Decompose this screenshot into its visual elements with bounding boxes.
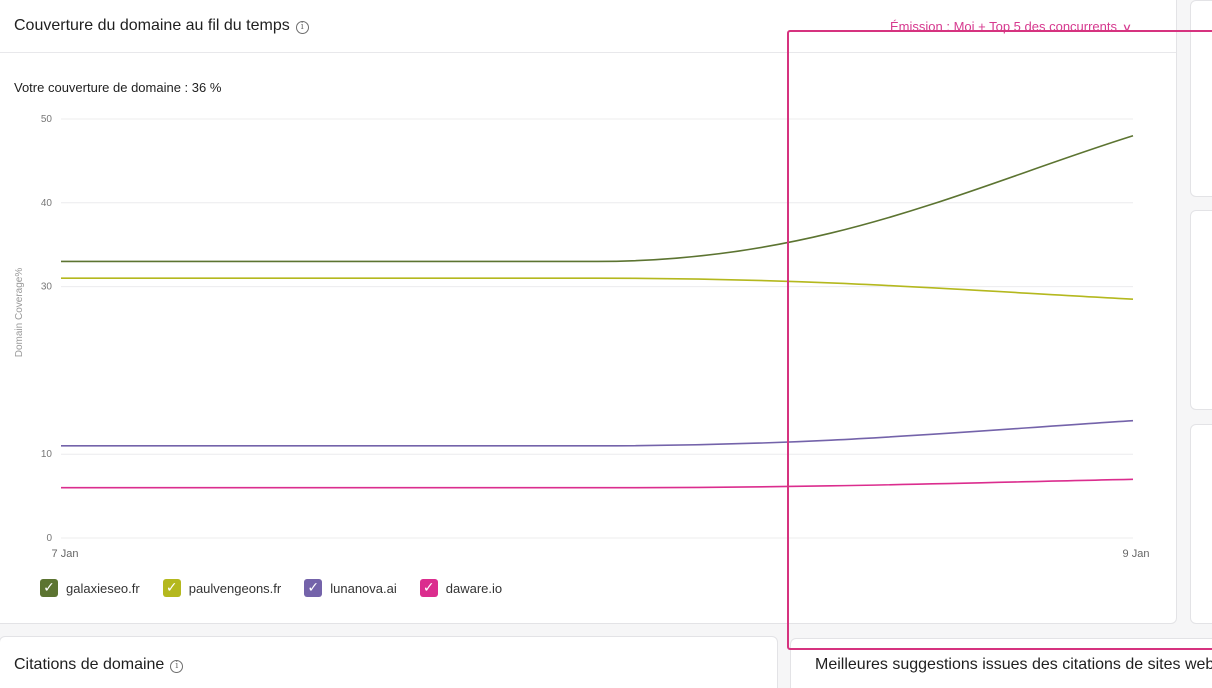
chart-legend: ✓ galaxieseo.fr ✓ paulvengeons.fr ✓ lunanova.… xyxy=(40,579,525,597)
citations-title: Citations de domaine i xyxy=(14,656,184,674)
legend-item[interactable]: ✓ lunanova.ai xyxy=(304,579,397,597)
legend-checkbox[interactable]: ✓ xyxy=(419,579,438,597)
x-tick-label: 9 Jan xyxy=(1123,548,1150,560)
citations-title-text: Citations de domaine xyxy=(14,656,165,673)
y-tick-label: 50 xyxy=(41,114,53,125)
legend-label: galaxieseo.fr xyxy=(66,580,140,596)
y-tick-label: 10 xyxy=(41,449,53,460)
legend-item[interactable]: ✓ paulvengeons.fr xyxy=(162,579,282,597)
legend-checkbox[interactable]: ✓ xyxy=(40,579,58,597)
legend-label: lunanova.ai xyxy=(330,580,397,596)
info-icon[interactable]: i xyxy=(170,660,184,673)
legend-item[interactable]: ✓ galaxieseo.fr xyxy=(40,579,140,597)
domain-citations-card: Citations de domaine i xyxy=(0,636,778,688)
x-tick-label: 7 Jan xyxy=(52,548,79,560)
series-line xyxy=(61,134,1134,263)
legend-label: daware.io xyxy=(445,580,503,596)
legend-checkbox[interactable]: ✓ xyxy=(304,579,323,597)
y-tick-label: 40 xyxy=(41,198,53,209)
series-line xyxy=(61,419,1134,447)
domain-coverage-card: Couverture du domaine au fil du temps i É… xyxy=(0,0,1177,624)
series-line xyxy=(61,277,1134,300)
side-card-1 xyxy=(1190,0,1212,197)
y-axis-label: Domain Coverage% xyxy=(14,268,25,358)
suggestions-card: Meilleures suggestions issues des citati… xyxy=(790,638,1212,688)
y-tick-label: 30 xyxy=(41,282,53,293)
legend-label: paulvengeons.fr xyxy=(188,580,282,596)
suggestions-title: Meilleures suggestions issues des citati… xyxy=(815,656,1212,673)
coverage-line-chart: 0 10 30 40 50 Domain Coverage% 7 Jan 9 Jan xyxy=(14,114,1150,560)
y-tick-label: 0 xyxy=(46,533,52,544)
legend-checkbox[interactable]: ✓ xyxy=(162,579,181,597)
legend-item[interactable]: ✓ daware.io xyxy=(419,579,503,597)
side-card-3 xyxy=(1190,424,1212,624)
side-card-2 xyxy=(1190,210,1212,410)
series-line xyxy=(61,478,1134,489)
